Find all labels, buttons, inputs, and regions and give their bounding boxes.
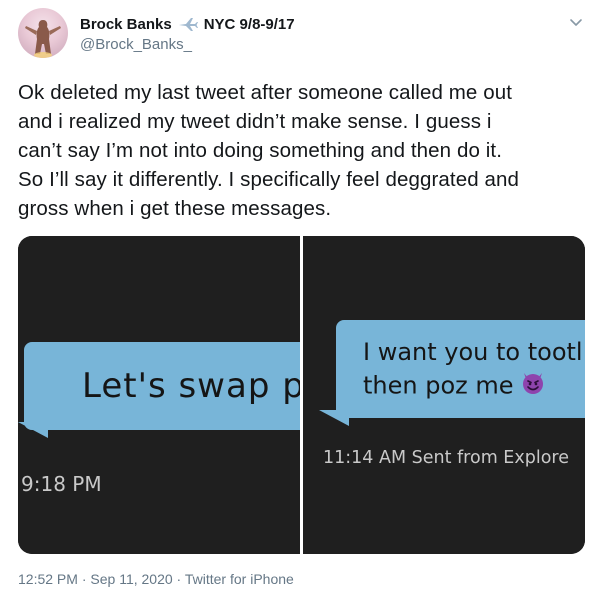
smiling-devil-emoji-icon [520,369,546,404]
chat-message-right-line1: I want you to tootl [363,338,583,366]
media-grid: Let's swap p 9:18 PM I want you to tootl… [18,236,585,554]
tweet-time[interactable]: 12:52 PM [18,571,78,587]
chat-timestamp-left: 9:18 PM [21,472,102,496]
bubble-tail-left [18,422,48,438]
handle[interactable]: @Brock_Banks_ [80,36,192,53]
display-name-row[interactable]: Brock Banks NYC 9/8-9/17 [80,14,295,34]
tweet-card: Brock Banks NYC 9/8-9/17 @Brock_Banks_ O… [0,0,594,608]
tweet-source[interactable]: Twitter for iPhone [185,571,294,587]
tweet-text: Ok deleted my last tweet after someone c… [18,81,520,220]
tweet-metadata: 12:52 PM · Sep 11, 2020 · Twitter for iP… [18,571,294,587]
chat-timestamp-right: 11:14 AM Sent from Explore [323,448,569,468]
meta-separator: · [176,571,182,587]
meta-separator: · [81,571,87,587]
chat-message-left: Let's swap p [82,366,300,406]
avatar-image-icon [25,20,61,58]
display-name[interactable]: Brock Banks [80,16,172,33]
media-photo-right[interactable]: I want you to tootl then poz me 11:14 AM… [303,236,585,554]
location-tag: NYC 9/8-9/17 [203,15,295,33]
airplane-emoji-icon [178,16,198,32]
chevron-down-icon[interactable] [568,14,584,30]
chat-bubble-right: I want you to tootl then poz me [336,320,585,418]
tweet-date[interactable]: Sep 11, 2020 [90,571,172,587]
chat-message-right-line2: then poz me [363,371,514,400]
chat-bubble-left: Let's swap p [24,342,300,430]
media-photo-left[interactable]: Let's swap p 9:18 PM [18,236,300,554]
avatar[interactable] [18,8,68,58]
bubble-tail-right [319,410,349,426]
